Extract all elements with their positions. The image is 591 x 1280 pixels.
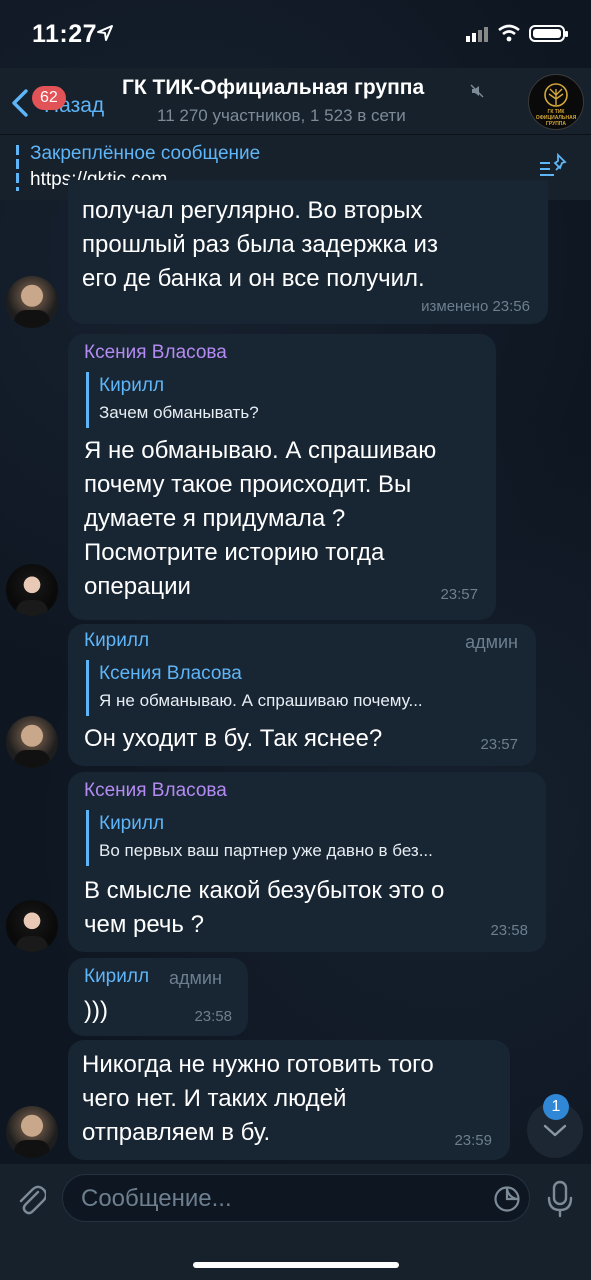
reply-quote[interactable]: Кирилл Во первых ваш партнер уже давно в… (86, 810, 528, 866)
reply-name: Кирилл (99, 375, 165, 396)
message-time: 23:58 (194, 1008, 232, 1025)
pinned-title: Закреплённое сообщение (30, 143, 261, 164)
sender-name[interactable]: Кирилл (84, 630, 149, 652)
message-input[interactable]: Сообщение... (62, 1174, 530, 1222)
unread-badge: 62 (32, 86, 66, 110)
message-line: чем речь ? (84, 911, 204, 938)
reply-name: Ксения Власова (99, 663, 242, 684)
chat-title[interactable]: ГК ТИК-Официальная группа (122, 76, 424, 100)
battery-icon (529, 25, 568, 42)
logo-text: ГК ТИК ОФИЦИАЛЬНАЯ ГРУППА (535, 109, 577, 127)
sender-name[interactable]: Ксения Власова (84, 780, 227, 802)
back-button[interactable]: Назад 62 (8, 82, 118, 122)
home-indicator[interactable] (193, 1262, 399, 1268)
message-line: прошлый раз была задержка из (82, 231, 438, 258)
paperclip-icon[interactable] (16, 1182, 46, 1216)
sender-name[interactable]: Ксения Власова (84, 342, 227, 364)
message-line: операции (84, 573, 191, 600)
admin-badge: админ (465, 632, 518, 652)
message-bubble[interactable]: Ксения Власова Кирилл Зачем обманывать? … (68, 334, 496, 620)
message-line: В смысле какой безубыток это о (84, 877, 445, 904)
message-bubble[interactable]: Ксения Власова Кирилл Во первых ваш парт… (68, 772, 546, 952)
reply-text: Зачем обманывать? (99, 403, 259, 422)
sender-name[interactable]: Кирилл (84, 966, 149, 988)
avatar[interactable] (6, 276, 58, 328)
message-bubble[interactable]: получал регулярно. Во вторых прошлый раз… (68, 180, 548, 324)
message-line: Посмотрите историю тогда (84, 539, 385, 566)
wifi-icon (498, 24, 520, 42)
message-bubble[interactable]: Никогда не нужно готовить того чего нет.… (68, 1040, 510, 1160)
message-line: Он уходит в бу. Так яснее? (84, 725, 383, 752)
message-line: отправляем в бу. (82, 1119, 271, 1146)
message-time: 23:57 (480, 736, 518, 753)
reply-name: Кирилл (99, 813, 165, 834)
location-arrow-icon (97, 25, 113, 41)
chat-header: Назад 62 ГК ТИК-Официальная группа 11 27… (0, 68, 591, 134)
reply-quote[interactable]: Ксения Власова Я не обманываю. А спрашив… (86, 660, 518, 716)
avatar[interactable] (6, 716, 58, 768)
message-time: изменено 23:56 (421, 298, 530, 315)
pinned-list-icon[interactable] (538, 153, 568, 181)
message-line: ))) (84, 997, 108, 1024)
status-time: 11:27 (32, 20, 98, 48)
avatar[interactable] (6, 900, 58, 952)
chevron-left-icon (12, 89, 28, 117)
status-bar: 11:27 (0, 0, 591, 68)
scroll-down-badge: 1 (543, 1094, 569, 1120)
message-line: Я не обманываю. А спрашиваю (84, 437, 437, 464)
message-time: 23:58 (490, 922, 528, 939)
microphone-icon[interactable] (546, 1180, 574, 1218)
message-line: его де банка и он все получил. (82, 265, 425, 292)
group-avatar[interactable]: ГК ТИК ОФИЦИАЛЬНАЯ ГРУППА (528, 74, 584, 130)
sticker-icon[interactable] (493, 1185, 521, 1213)
message-line: чего нет. И таких людей (82, 1085, 347, 1112)
message-placeholder: Сообщение... (81, 1185, 232, 1212)
admin-badge: админ (169, 968, 222, 988)
reply-text: Во первых ваш партнер уже давно в без... (99, 841, 433, 860)
avatar[interactable] (6, 1106, 58, 1158)
message-time: 23:57 (440, 586, 478, 603)
muted-icon (470, 84, 484, 98)
signal-icon (466, 27, 488, 42)
pinned-indicator (16, 145, 19, 191)
message-bubble[interactable]: Кирилл админ ))) 23:58 (68, 958, 248, 1036)
reply-quote[interactable]: Кирилл Зачем обманывать? (86, 372, 478, 428)
chat-subtitle: 11 270 участников, 1 523 в сети (157, 106, 406, 125)
message-bubble[interactable]: Кирилл админ Ксения Власова Я не обманыв… (68, 624, 536, 766)
message-time: 23:59 (454, 1132, 492, 1149)
message-line: Никогда не нужно готовить того (82, 1051, 434, 1078)
chevron-down-icon (543, 1124, 567, 1137)
reply-text: Я не обманываю. А спрашиваю почему... (99, 691, 423, 710)
message-line: почему такое происходит. Вы (84, 471, 412, 498)
message-line: думаете я придумала ? (84, 505, 346, 532)
avatar[interactable] (6, 564, 58, 616)
message-line: получал регулярно. Во вторых (82, 197, 423, 224)
